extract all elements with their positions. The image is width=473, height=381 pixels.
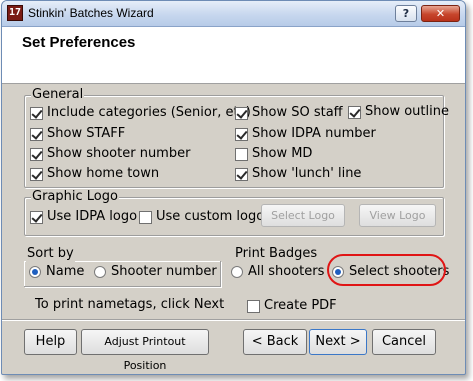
checkbox-box[interactable] xyxy=(30,167,43,181)
radio-circle[interactable] xyxy=(94,266,106,278)
radio-circle[interactable] xyxy=(231,266,243,278)
sort-name-radio[interactable]: Name xyxy=(29,264,84,280)
checkbox-box[interactable] xyxy=(235,127,248,141)
checkbox-box[interactable] xyxy=(30,106,43,120)
app-icon: 17 xyxy=(7,5,23,21)
show-shooter-number-checkbox[interactable]: Show shooter number xyxy=(30,146,190,162)
adjust-printout-position-button[interactable]: Adjust Printout Position xyxy=(81,329,209,372)
checkbox-box[interactable] xyxy=(235,147,248,161)
radio-label: All shooters xyxy=(248,264,325,279)
show-md-checkbox[interactable]: Show MD xyxy=(235,146,312,162)
radio-label: Shooter number xyxy=(111,264,217,279)
checkbox-label: Show home town xyxy=(47,166,160,181)
general-group: General Include categories (Senior, etc)… xyxy=(24,87,449,188)
checkbox-box[interactable] xyxy=(30,127,43,141)
help-button[interactable]: Help xyxy=(24,329,77,355)
next-button[interactable]: Next > xyxy=(309,329,367,355)
checkbox-label: Use IDPA logo xyxy=(47,209,138,224)
select-logo-button[interactable]: Select Logo xyxy=(261,204,345,227)
show-so-staff-checkbox[interactable]: Show SO staff xyxy=(235,105,343,121)
close-button[interactable]: ✕ xyxy=(421,5,460,22)
back-button[interactable]: < Back xyxy=(243,329,307,355)
use-idpa-logo-checkbox[interactable]: Use IDPA logo xyxy=(30,209,137,225)
sort-by-legend: Sort by xyxy=(26,246,75,262)
print-all-shooters-radio[interactable]: All shooters xyxy=(231,264,324,280)
header-area: Set Preferences xyxy=(2,27,465,84)
include-categories-checkbox[interactable]: Include categories (Senior, etc) xyxy=(30,105,251,121)
wizard-window: 17 Stinkin' Batches Wizard ? ✕ Set Prefe… xyxy=(1,0,466,375)
checkbox-box[interactable] xyxy=(139,210,152,224)
show-home-town-checkbox[interactable]: Show home town xyxy=(30,166,159,182)
checkbox-label: Show STAFF xyxy=(47,126,126,141)
show-staff-checkbox[interactable]: Show STAFF xyxy=(30,126,125,142)
checkbox-label: Show outline xyxy=(365,104,449,119)
use-custom-logo-checkbox[interactable]: Use custom logo xyxy=(139,209,264,225)
window-title: Stinkin' Batches Wizard xyxy=(28,6,154,20)
highlight-circle xyxy=(327,254,446,286)
checkbox-label: Show IDPA number xyxy=(252,126,376,141)
instructions-text: To print nametags, click Next xyxy=(35,297,225,312)
show-idpa-number-checkbox[interactable]: Show IDPA number xyxy=(235,126,376,142)
checkbox-box[interactable] xyxy=(235,167,248,181)
general-legend: General xyxy=(31,87,85,103)
cancel-button[interactable]: Cancel xyxy=(372,329,436,355)
sort-by-group: Sort by Name Shooter number xyxy=(24,246,221,287)
help-title-button[interactable]: ? xyxy=(395,5,417,22)
checkbox-label: Create PDF xyxy=(264,298,337,313)
checkbox-box[interactable] xyxy=(348,105,361,119)
checkbox-box[interactable] xyxy=(247,299,260,313)
checkbox-box[interactable] xyxy=(30,147,43,161)
show-outline-checkbox[interactable]: Show outline xyxy=(348,104,449,120)
title-bar[interactable]: 17 Stinkin' Batches Wizard ? ✕ xyxy=(2,1,465,27)
page-title: Set Preferences xyxy=(22,34,136,51)
create-pdf-checkbox[interactable]: Create PDF xyxy=(247,298,337,314)
checkbox-label: Show SO staff xyxy=(252,105,343,120)
view-logo-button[interactable]: View Logo xyxy=(359,204,436,227)
checkbox-label: Include categories (Senior, etc) xyxy=(47,105,251,120)
radio-circle[interactable] xyxy=(29,266,41,278)
checkbox-box[interactable] xyxy=(235,106,248,120)
checkbox-label: Show 'lunch' line xyxy=(252,166,362,181)
show-lunch-line-checkbox[interactable]: Show 'lunch' line xyxy=(235,166,361,182)
sort-shooter-number-radio[interactable]: Shooter number xyxy=(94,264,217,280)
graphic-logo-group: Graphic Logo Use IDPA logo Use custom lo… xyxy=(24,189,444,236)
graphic-logo-legend: Graphic Logo xyxy=(31,189,119,205)
checkbox-box[interactable] xyxy=(30,210,43,224)
checkbox-label: Show MD xyxy=(252,146,313,161)
checkbox-label: Use custom logo xyxy=(156,209,265,224)
footer-separator xyxy=(2,319,465,321)
checkbox-label: Show shooter number xyxy=(47,146,191,161)
radio-label: Name xyxy=(46,264,85,279)
print-badges-legend: Print Badges xyxy=(235,246,318,261)
